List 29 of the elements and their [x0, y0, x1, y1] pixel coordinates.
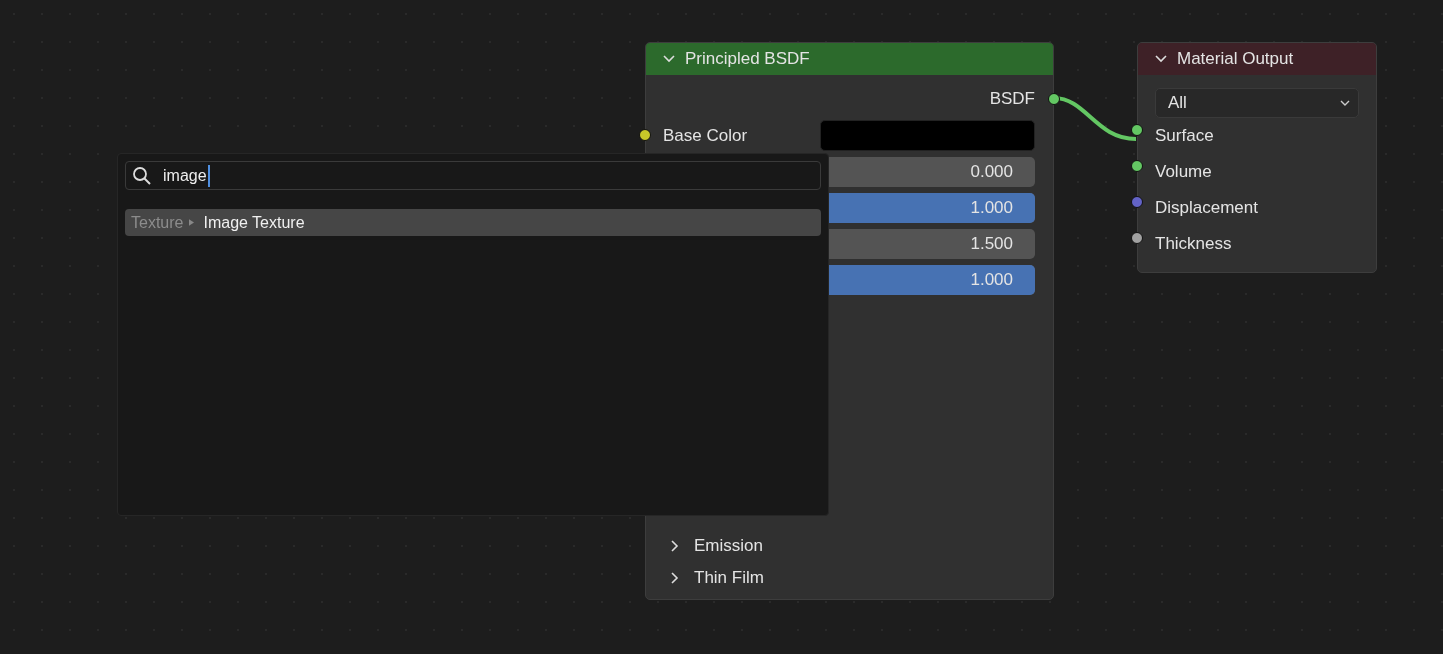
socket-dot[interactable]	[1131, 196, 1143, 208]
panel-toggle[interactable]: Emission	[663, 530, 1035, 562]
socket-label: Displacement	[1155, 198, 1258, 218]
field-value: 0.000	[970, 162, 1014, 182]
search-field[interactable]: image	[125, 161, 821, 190]
color-swatch[interactable]	[820, 120, 1035, 151]
socket-label: Base Color	[663, 125, 749, 146]
field-value: 1.000	[970, 270, 1014, 290]
socket-dot[interactable]	[1131, 124, 1143, 136]
field-value: 1.500	[970, 234, 1014, 254]
target-dropdown[interactable]: All	[1155, 88, 1359, 118]
socket-dot[interactable]	[1131, 232, 1143, 244]
socket-label: BSDF	[989, 89, 1035, 109]
socket-label: Surface	[1155, 126, 1214, 146]
search-icon	[132, 165, 152, 186]
search-result[interactable]: Texture Image Texture	[125, 209, 821, 236]
socket-dot[interactable]	[1131, 160, 1143, 172]
socket-label: Thickness	[1155, 234, 1232, 254]
node-title: Material Output	[1177, 49, 1294, 69]
node-header[interactable]: Principled BSDF	[646, 43, 1053, 75]
panel-toggle[interactable]: Thin Film	[663, 562, 1035, 594]
triangle-icon	[189, 219, 195, 226]
socket-dot[interactable]	[1048, 93, 1060, 105]
node-header[interactable]: Material Output	[1138, 43, 1376, 75]
socket-dot[interactable]	[639, 129, 651, 141]
node-title: Principled BSDF	[685, 49, 810, 69]
socket-label: Volume	[1155, 162, 1212, 182]
caret-icon	[1340, 100, 1350, 106]
field-value: 1.000	[970, 198, 1014, 218]
